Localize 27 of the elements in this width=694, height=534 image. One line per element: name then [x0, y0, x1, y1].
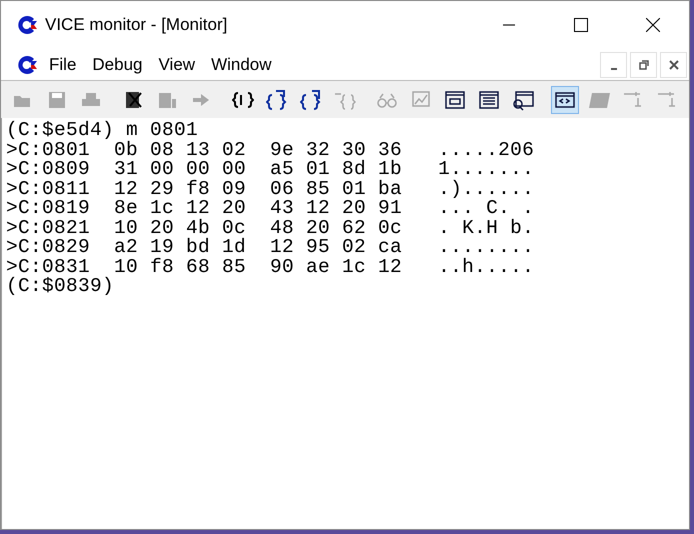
window-button[interactable] [551, 86, 579, 114]
window-icon [444, 88, 466, 110]
console-line: (C:$e5d4) m 0801 [6, 121, 200, 140]
console-line: >C:0801 0b 08 13 02 9e 32 30 36 .....206 [6, 140, 536, 160]
menu-item[interactable]: Debug [92, 54, 143, 74]
menu-item[interactable]: View [158, 54, 196, 74]
brace-icon [266, 88, 288, 110]
close-icon [646, 18, 660, 32]
menu-item[interactable]: File [49, 54, 76, 74]
restore-icon [638, 60, 648, 70]
maximize-icon [574, 18, 588, 32]
console-line: >C:0811 12 29 f8 09 06 85 01 ba .)...... [6, 180, 536, 199]
console-line: (C:$0839) [6, 277, 116, 296]
restore-button[interactable] [630, 52, 657, 78]
console-line: >C:0831 10 f8 68 85 90 ae 1c 12 ..h..... [6, 258, 536, 277]
console-line: >C:0829 a2 19 bd 1d 12 95 02 ca ........ [6, 238, 536, 258]
close-icon [668, 60, 678, 70]
console-line: >C:0821 10 20 4b 0c 48 20 62 0c . K.H b. [6, 218, 536, 238]
menu-item[interactable]: Window [211, 54, 272, 74]
window-title: VICE monitor - [Monitor] [45, 15, 228, 35]
window-icon [512, 88, 534, 110]
console-line: >C:0809 31 00 00 00 a5 01 8d 1b 1....... [6, 160, 536, 180]
brace-icon [300, 88, 322, 110]
minimize-icon [610, 68, 616, 70]
close-button[interactable] [660, 52, 687, 78]
window-icon [478, 88, 500, 110]
console-line: >C:0819 8e 1c 12 20 43 12 20 91 ... C. . [6, 199, 536, 218]
